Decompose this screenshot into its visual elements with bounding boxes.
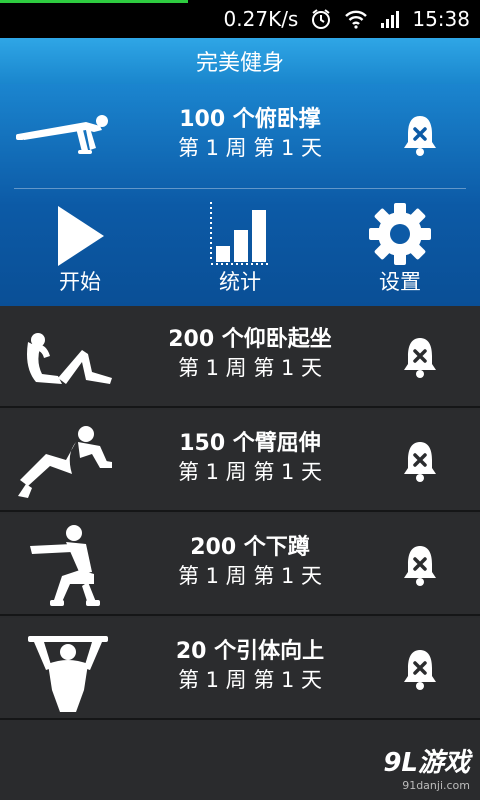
gear-icon xyxy=(369,203,431,265)
exercise-row-situps[interactable]: 200 个仰卧起坐 第 1 周 第 1 天 xyxy=(0,306,480,408)
settings-label: 设置 xyxy=(379,270,421,294)
pullups-progress: 第 1 周 第 1 天 xyxy=(177,668,323,692)
exercise-row-pullups[interactable]: 20 个引体向上 第 1 周 第 1 天 xyxy=(0,618,480,720)
dips-progress: 第 1 周 第 1 天 xyxy=(177,460,323,484)
featured-text: 100 个俯卧撑 第 1 周 第 1 天 xyxy=(110,106,390,162)
play-icon xyxy=(58,206,104,266)
site-watermark: 9L游戏 91danji.com xyxy=(383,742,470,792)
watermark-logo: 9L游戏 xyxy=(383,748,470,778)
reminder-bell-icon[interactable] xyxy=(402,440,438,484)
situps-title: 200 个仰卧起坐 xyxy=(168,327,332,352)
pullups-title: 20 个引体向上 xyxy=(175,639,325,664)
start-button[interactable]: 开始 xyxy=(20,202,140,302)
squat-figure-icon xyxy=(30,525,100,606)
situps-progress: 第 1 周 第 1 天 xyxy=(177,356,323,380)
situps-text: 200 个仰卧起坐 第 1 周 第 1 天 xyxy=(110,326,390,382)
pullups-text: 20 个引体向上 第 1 周 第 1 天 xyxy=(110,638,390,694)
squats-text: 200 个下蹲 第 1 周 第 1 天 xyxy=(110,534,390,590)
alarm-icon xyxy=(310,8,332,30)
download-progress-strip xyxy=(0,0,188,3)
featured-panel: 100 个俯卧撑 第 1 周 第 1 天 开始 统计 设置 xyxy=(0,84,480,306)
dip-figure-icon xyxy=(18,426,112,498)
featured-title: 100 个俯卧撑 xyxy=(179,107,321,132)
clock-time: 15:38 xyxy=(412,7,470,31)
exercise-row-dips[interactable]: 150 个臂屈伸 第 1 周 第 1 天 xyxy=(0,410,480,512)
stats-label: 统计 xyxy=(219,270,261,294)
watermark-site: 91danji.com xyxy=(402,779,470,792)
app-title: 完美健身 xyxy=(195,51,284,76)
reminder-bell-icon[interactable] xyxy=(402,544,438,588)
dips-text: 150 个臂屈伸 第 1 周 第 1 天 xyxy=(110,430,390,486)
app-title-bar: 完美健身 xyxy=(0,38,480,85)
reminder-bell-icon[interactable] xyxy=(402,648,438,692)
squats-progress: 第 1 周 第 1 天 xyxy=(177,564,323,588)
reminder-bell-icon[interactable] xyxy=(402,336,438,380)
stats-button[interactable]: 统计 xyxy=(180,202,300,302)
hero-divider xyxy=(14,188,466,189)
wifi-icon xyxy=(344,9,368,29)
featured-exercise-row[interactable]: 100 个俯卧撑 第 1 周 第 1 天 xyxy=(0,84,480,186)
pullup-figure-icon xyxy=(28,636,108,712)
network-speed: 0.27K/s xyxy=(223,7,299,31)
bar-chart-icon xyxy=(210,202,270,265)
signal-icon xyxy=(380,10,400,28)
situp-figure-icon xyxy=(27,333,112,384)
reminder-bell-icon[interactable] xyxy=(402,114,438,158)
settings-button[interactable]: 设置 xyxy=(340,202,460,302)
dips-title: 150 个臂屈伸 xyxy=(179,431,321,456)
pushup-figure-icon xyxy=(16,115,108,154)
exercise-row-squats[interactable]: 200 个下蹲 第 1 周 第 1 天 xyxy=(0,514,480,616)
status-bar: 0.27K/s 15:38 xyxy=(0,0,480,38)
squats-title: 200 个下蹲 xyxy=(190,535,310,560)
start-label: 开始 xyxy=(59,270,101,294)
featured-progress: 第 1 周 第 1 天 xyxy=(177,136,323,160)
